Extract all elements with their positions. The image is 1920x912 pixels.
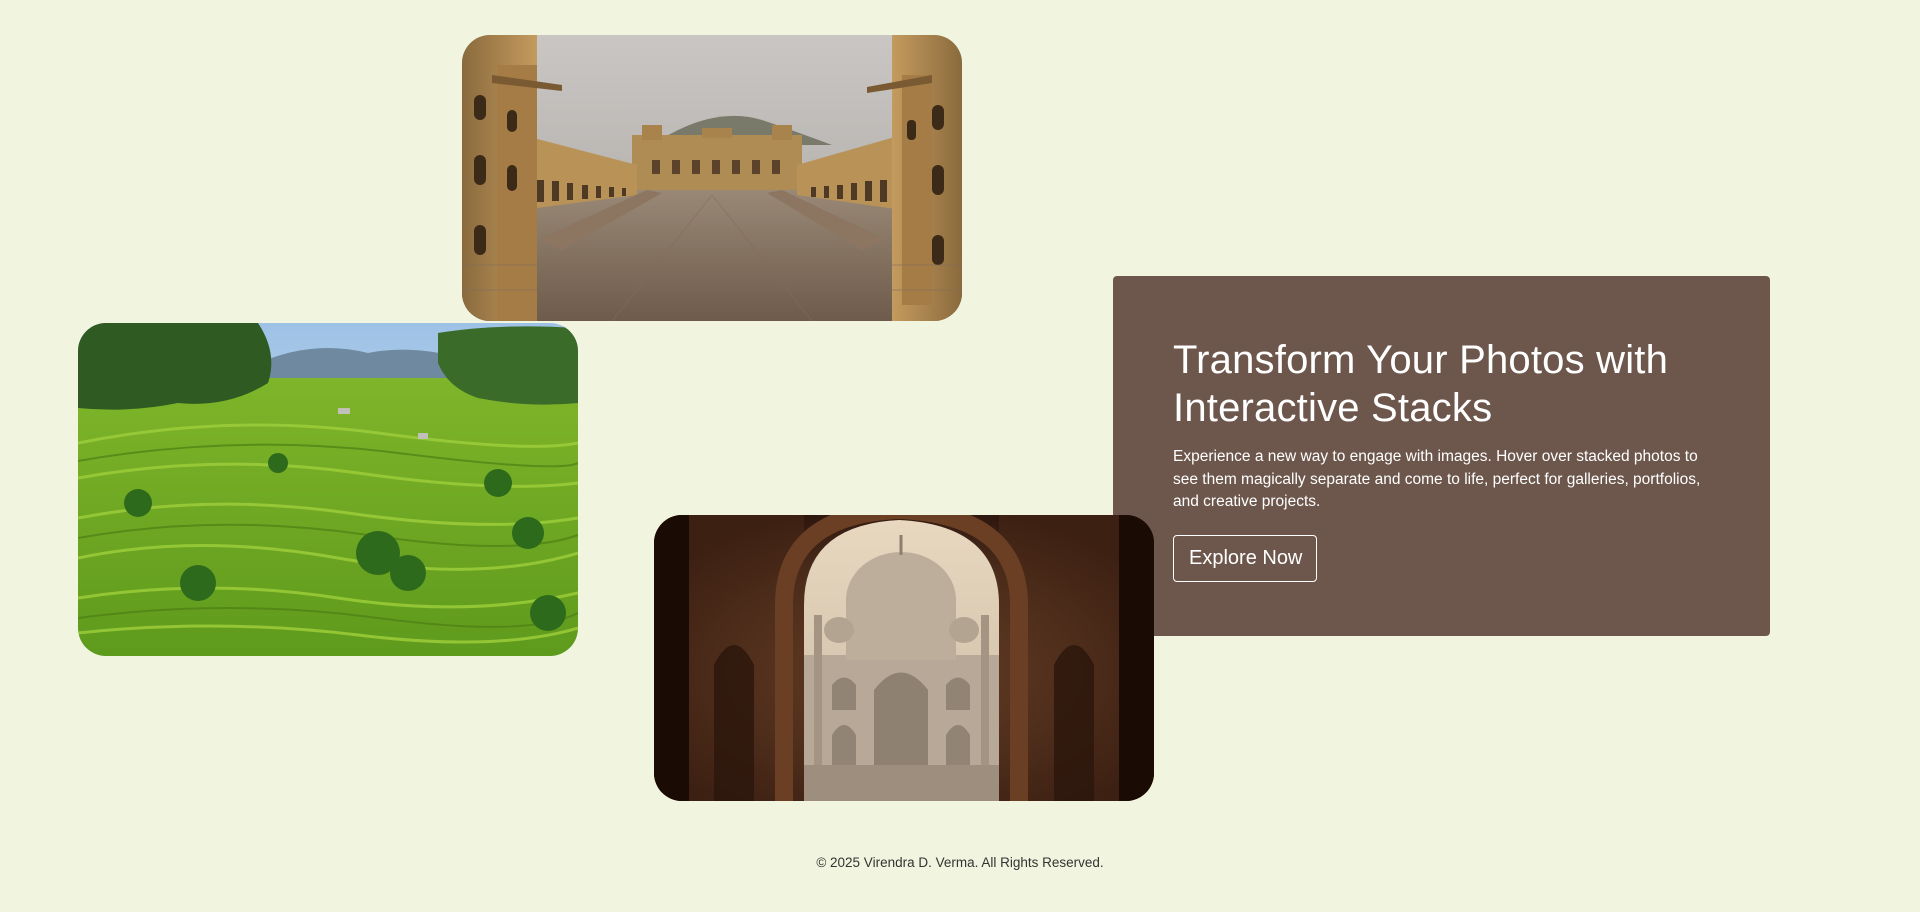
hero-description: Experience a new way to engage with imag… bbox=[1173, 448, 1701, 510]
rice-terraces-photo[interactable] bbox=[78, 323, 578, 656]
explore-now-button[interactable]: Explore Now bbox=[1173, 534, 1318, 582]
fort-courtyard-photo[interactable] bbox=[462, 35, 962, 321]
hero-title: Transform Your Photos with Interactive S… bbox=[1173, 336, 1710, 432]
hero-title-line2: Interactive Stacks bbox=[1173, 386, 1493, 430]
taj-mahal-arch-photo[interactable] bbox=[654, 515, 1154, 801]
hero-card: Transform Your Photos with Interactive S… bbox=[1113, 276, 1770, 636]
hero-title-line1: Transform Your Photos with bbox=[1173, 338, 1669, 382]
footer-copyright: © 2025 Virendra D. Verma. All Rights Res… bbox=[816, 855, 1104, 870]
